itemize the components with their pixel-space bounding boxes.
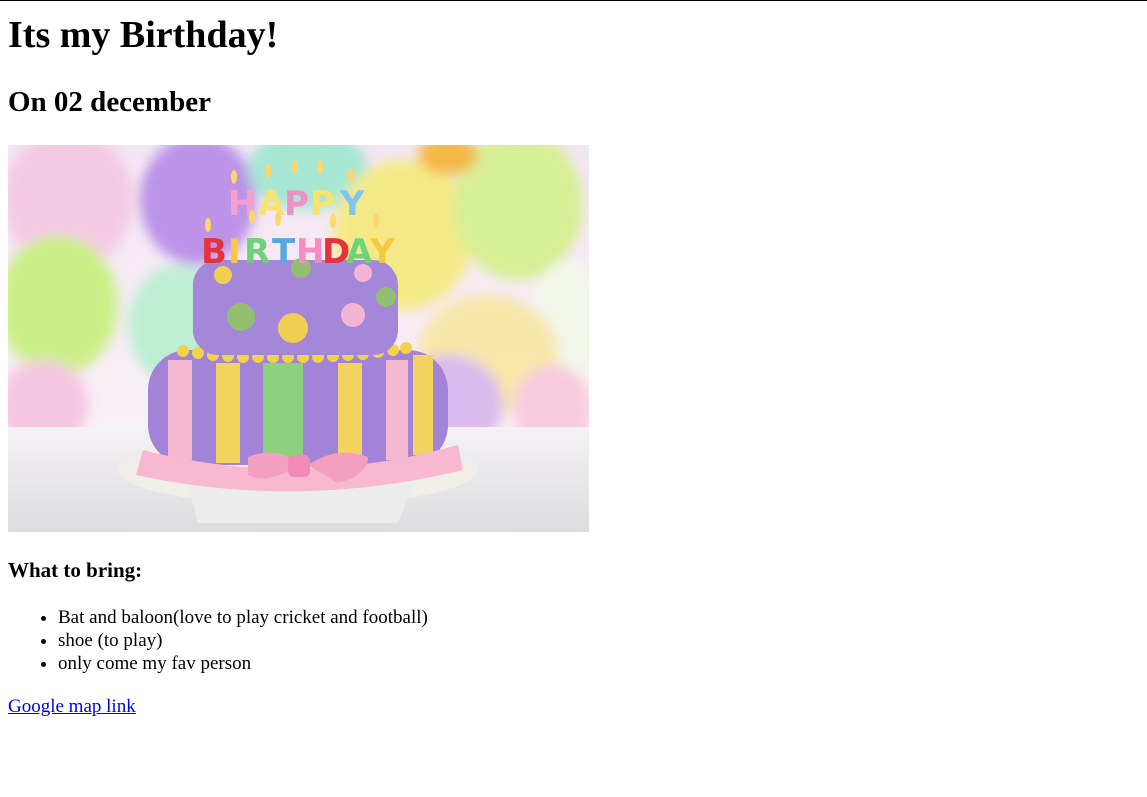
svg-text:H: H — [296, 232, 324, 272]
google-map-link[interactable]: Google map link — [8, 696, 136, 717]
date-heading: On 02 december — [8, 86, 211, 118]
list-item: only come my fav person — [58, 652, 1139, 675]
svg-text:Y: Y — [369, 232, 395, 272]
list-item: shoe (to play) — [58, 629, 1139, 652]
what-to-bring-heading: What to bring: — [8, 558, 143, 582]
page-title: Its my Birthday! — [8, 14, 279, 56]
svg-text:B: B — [201, 232, 227, 272]
svg-text:I: I — [228, 232, 241, 272]
svg-text:T: T — [272, 232, 296, 272]
map-link-paragraph: Google map link — [8, 695, 1139, 718]
svg-text:R: R — [244, 232, 270, 272]
list-item: Bat and baloon(love to play cricket and … — [58, 606, 1139, 629]
svg-text:P: P — [284, 184, 309, 224]
svg-text:Y: Y — [339, 184, 365, 224]
svg-text:A: A — [346, 232, 373, 272]
bring-list: Bat and baloon(love to play cricket and … — [8, 606, 1139, 675]
birthday-cake-image: H A P P Y B I R T H D A Y — [8, 145, 589, 532]
page-content: Its my Birthday! On 02 december H A P P … — [0, 13, 1147, 718]
